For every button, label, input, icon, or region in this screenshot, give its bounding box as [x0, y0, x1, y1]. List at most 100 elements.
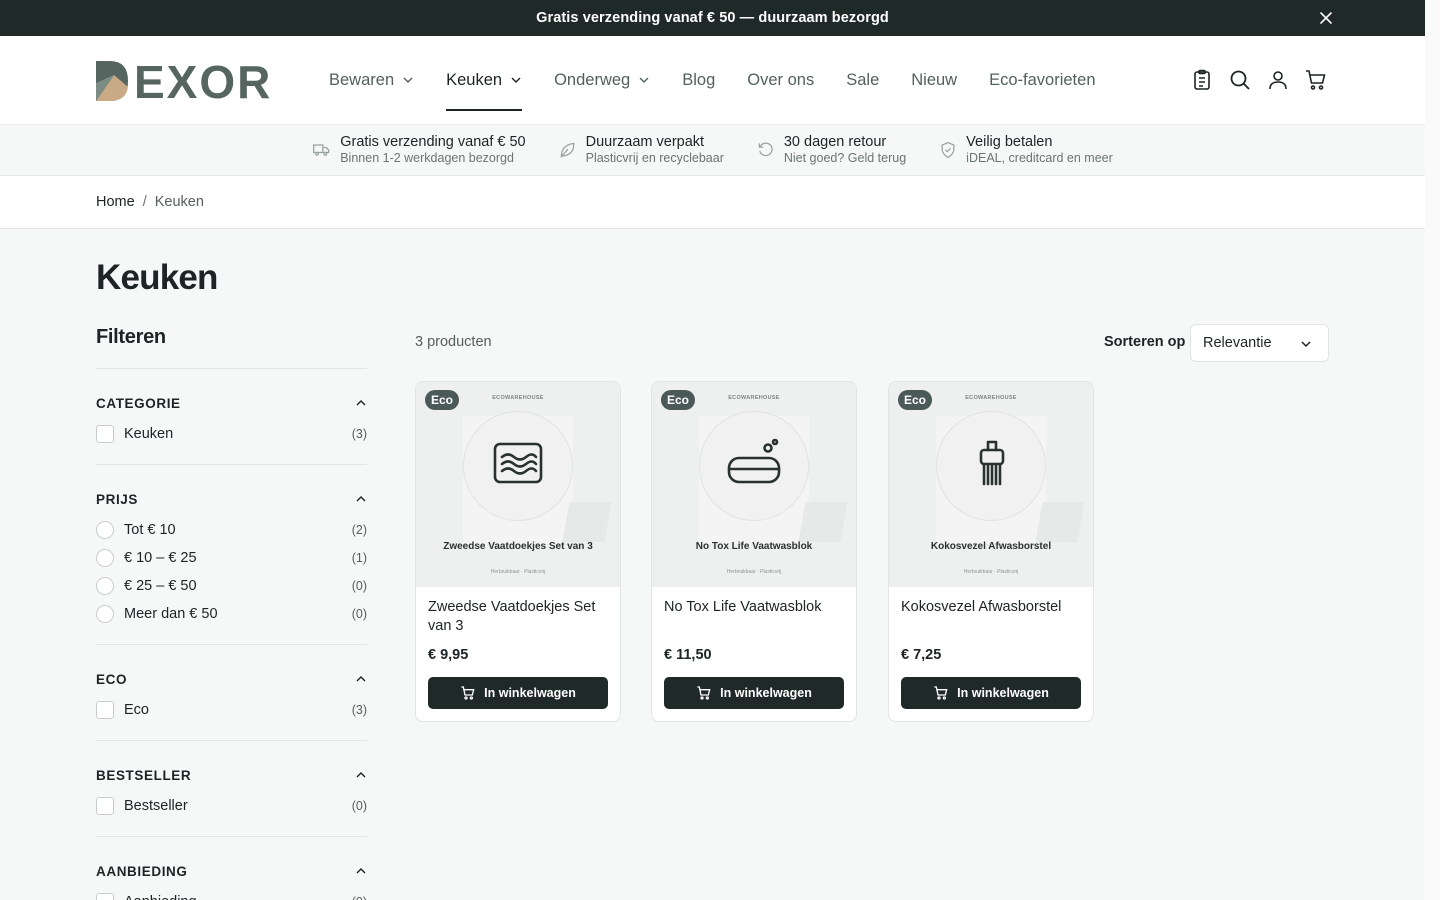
filter-option[interactable]: € 25 – € 50 (0): [96, 572, 367, 600]
filter-option[interactable]: Keuken (3): [96, 420, 367, 448]
filter-option[interactable]: Aanbieding(0): [96, 888, 367, 900]
image-corner: [798, 502, 848, 542]
clipboard-icon[interactable]: [1190, 68, 1214, 92]
radio-button[interactable]: [96, 549, 114, 567]
filter-option-label: € 25 – € 50: [124, 578, 197, 594]
return-icon: [758, 142, 773, 157]
radio-button[interactable]: [96, 577, 114, 595]
filter-group-header[interactable]: AANBIEDING: [96, 862, 367, 880]
nav-item-keuken[interactable]: Keuken: [446, 36, 523, 124]
nav-item-eco-favorieten[interactable]: Eco-favorieten: [989, 36, 1095, 124]
radio-button[interactable]: [96, 605, 114, 623]
product-title[interactable]: Zweedse Vaatdoekjes Set van 3: [428, 598, 613, 636]
image-product-name: Kokosvezel Afwasborstel: [930, 541, 1052, 552]
product-image[interactable]: ECOWAREHOUSE Kokosvezel Afwasborstel Herbr…: [889, 382, 1093, 587]
announcement-bar: Gratis verzending vanaf € 50 — duurzaam …: [0, 0, 1425, 36]
product-card[interactable]: ECOWAREHOUSE Zweedse Vaatdoekjes Set van …: [415, 381, 621, 722]
sort-label: Sorteren op: [1104, 334, 1186, 350]
filter-option-count: (3): [351, 427, 367, 441]
nav-item-label: Blog: [682, 70, 716, 89]
chevron-down-icon: [639, 77, 649, 83]
usp-bar: Gratis verzending vanaf € 50 Binnen 1-2 w…: [0, 125, 1425, 176]
scrollbar[interactable]: [1425, 0, 1440, 900]
filter-group-header[interactable]: ECO: [96, 670, 367, 688]
filter-option-count: (0): [351, 607, 367, 621]
nav-item-label: Bewaren: [329, 70, 395, 89]
nav-item-label: Eco-favorieten: [989, 70, 1096, 89]
close-icon[interactable]: [1317, 9, 1335, 27]
add-to-cart-button[interactable]: In winkelwagen: [428, 677, 608, 709]
product-count: 3 producten: [415, 334, 492, 350]
filter-group-eco: ECO Eco (3): [96, 644, 367, 740]
radio-button[interactable]: [96, 521, 114, 539]
filter-option-label: Eco: [124, 702, 149, 718]
product-image[interactable]: ECOWAREHOUSE Zweedse Vaatdoekjes Set van …: [416, 382, 620, 587]
nav-item-nieuw[interactable]: Nieuw: [911, 36, 957, 124]
filter-group-header[interactable]: PRIJS: [96, 490, 367, 508]
account-icon[interactable]: [1266, 68, 1290, 92]
breadcrumb-home[interactable]: Home: [96, 194, 135, 210]
usp-title: Veilig betalen: [966, 134, 1053, 150]
eco-badge: Eco: [898, 390, 933, 410]
cart-icon: [934, 686, 948, 700]
page: Gratis verzending vanaf € 50 — duurzaam …: [0, 0, 1425, 900]
product-title[interactable]: No Tox Life Vaatwasblok: [664, 598, 849, 617]
filter-option-label: Keuken: [124, 426, 174, 442]
nav-item-over-ons[interactable]: Over ons: [747, 36, 814, 124]
image-tagline: Herbruikbaar · Plasticvrij: [963, 569, 1019, 575]
nav-item-bewaren[interactable]: Bewaren: [329, 36, 414, 124]
checkbox[interactable]: [96, 701, 114, 719]
add-to-cart-button[interactable]: In winkelwagen: [664, 677, 844, 709]
usp-title: Duurzaam verpakt: [585, 134, 705, 150]
filter-option[interactable]: Tot € 10 (2): [96, 516, 367, 544]
usp-title: Gratis verzending vanaf € 50: [340, 134, 526, 150]
breadcrumb-separator: /: [142, 194, 147, 210]
filter-option-count: (2): [351, 523, 367, 537]
product-image[interactable]: ECOWAREHOUSE No Tox Life Vaatwasblok Herbr…: [652, 382, 856, 587]
sort-select[interactable]: Relevantie: [1190, 324, 1329, 362]
filter-group-bestseller: BESTSELLER Bestseller (0): [96, 740, 367, 836]
nav-item-onderweg[interactable]: Onderweg: [554, 36, 650, 124]
page-title: Keuken: [96, 258, 218, 297]
add-to-cart-button[interactable]: In winkelwagen: [901, 677, 1081, 709]
filter-group-header[interactable]: CATEGORIE: [96, 394, 367, 412]
product-card[interactable]: ECOWAREHOUSE No Tox Life Vaatwasblok Herbr…: [651, 381, 857, 722]
brush-icon: [979, 440, 1005, 486]
filter-title: Filteren: [96, 326, 166, 348]
image-corner: [1035, 502, 1085, 542]
filter-option-count: (0): [351, 799, 367, 813]
nav-item-label: Nieuw: [911, 70, 958, 89]
filter-option[interactable]: € 10 – € 25 (1): [96, 544, 367, 572]
nav-item-blog[interactable]: Blog: [682, 36, 715, 124]
image-tagline: Herbruikbaar · Plasticvrij: [490, 569, 546, 575]
filter-option[interactable]: Meer dan € 50 (0): [96, 600, 367, 628]
filter-option[interactable]: Bestseller (0): [96, 792, 367, 820]
filter-option[interactable]: Eco (3): [96, 696, 367, 724]
filter-group-label: BESTSELLER: [96, 767, 192, 783]
usp-item: 30 dagen retour Niet goed? Geld terug: [756, 134, 906, 166]
checkbox[interactable]: [96, 425, 114, 443]
search-icon[interactable]: [1228, 68, 1252, 92]
filter-group-categorie: CATEGORIE Keuken (3): [96, 368, 367, 464]
filter-group-header[interactable]: BESTSELLER: [96, 766, 367, 784]
product-card[interactable]: ECOWAREHOUSE Kokosvezel Afwasborstel Herbr…: [888, 381, 1094, 722]
brand-name: EXOR: [134, 61, 272, 101]
nav-item-sale[interactable]: Sale: [846, 36, 879, 124]
usp-title: 30 dagen retour: [783, 134, 887, 150]
filter-group-label: ECO: [96, 671, 128, 687]
usp-subtitle: Binnen 1-2 werkdagen bezorgd: [340, 151, 514, 165]
usp-text: Veilig betalen iDEAL, creditcard en meer: [966, 134, 1113, 166]
product-title[interactable]: Kokosvezel Afwasborstel: [901, 598, 1086, 617]
image-corner: [562, 502, 612, 542]
sort-value: Relevantie: [1203, 335, 1272, 351]
cart-icon[interactable]: [1304, 68, 1328, 92]
checkbox[interactable]: [96, 797, 114, 815]
header-actions: [1176, 68, 1328, 92]
filter-option-label: € 10 – € 25: [124, 550, 197, 566]
usp-item: Veilig betalen iDEAL, creditcard en meer: [938, 134, 1113, 166]
filter-sidebar: Filteren CATEGORIE Keuken (3) PRIJS Tot € 10…: [96, 326, 367, 900]
checkbox[interactable]: [96, 893, 114, 900]
add-to-cart-label: In winkelwagen: [957, 686, 1049, 700]
brand-logo[interactable]: EXOR: [96, 61, 276, 101]
chevron-down-icon: [511, 77, 521, 83]
